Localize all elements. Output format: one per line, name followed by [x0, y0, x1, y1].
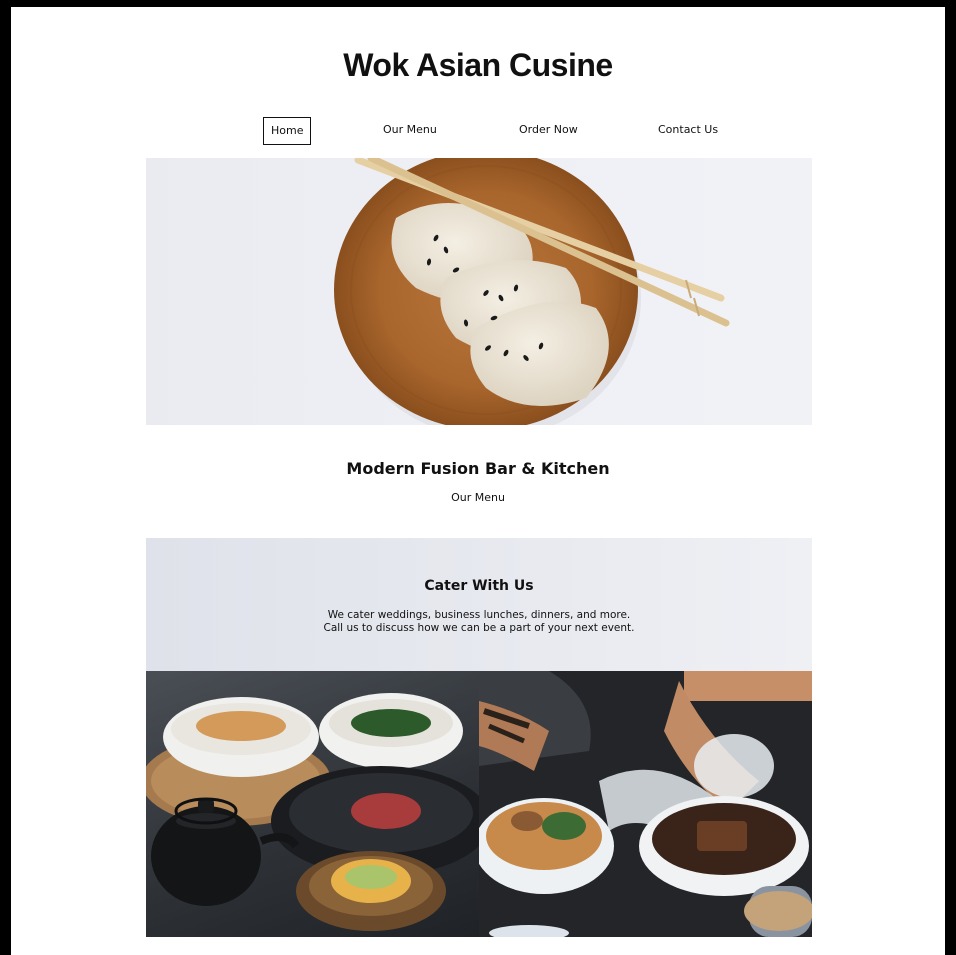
chef-ramen-illustration — [479, 671, 812, 937]
intro-heading: Modern Fusion Bar & Kitchen — [346, 459, 610, 478]
cater-section: Cater With Us We cater weddings, busines… — [146, 538, 812, 671]
cater-description: We cater weddings, business lunches, din… — [146, 609, 812, 635]
hero-image — [146, 158, 812, 425]
nav-home[interactable]: Home — [263, 117, 312, 145]
japanese-dishes-illustration — [146, 693, 479, 931]
dumplings-illustration — [334, 158, 730, 425]
browser-frame: Wok Asian Cusine Home Our Menu Order Now… — [0, 0, 956, 955]
nav-contact-us[interactable]: Contact Us — [658, 117, 718, 143]
site-title: Wok Asian Cusine — [343, 47, 613, 83]
main-nav: Home Our Menu Order Now Contact Us — [11, 117, 945, 145]
nav-order-now[interactable]: Order Now — [519, 117, 578, 143]
cater-heading: Cater With Us — [424, 578, 534, 594]
cater-line-1: We cater weddings, business lunches, din… — [327, 609, 631, 621]
nav-our-menu[interactable]: Our Menu — [383, 117, 437, 143]
gallery-image-left — [146, 671, 479, 937]
intro-menu-link[interactable]: Our Menu — [11, 491, 945, 504]
cater-line-2: Call us to discuss how we can be a part … — [323, 622, 635, 634]
gallery-image-right — [479, 671, 812, 937]
page: Wok Asian Cusine Home Our Menu Order Now… — [11, 7, 945, 955]
